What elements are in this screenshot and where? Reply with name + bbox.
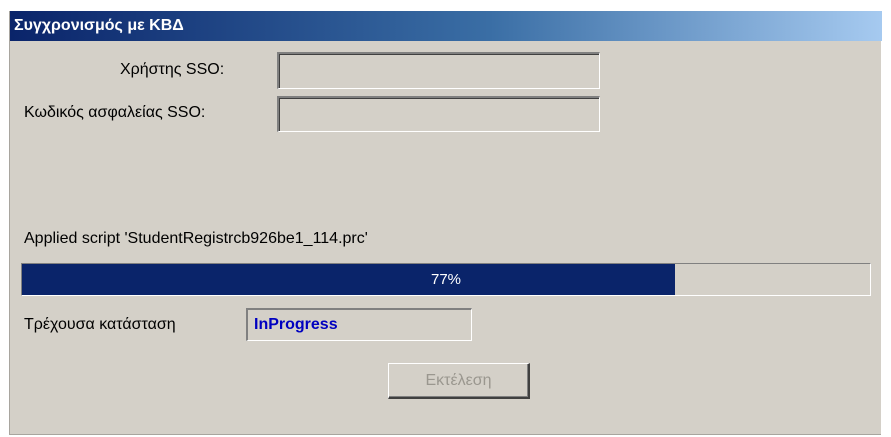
sso-password-label: Κωδικός ασφαλείας SSO: xyxy=(24,104,206,121)
sync-dialog: Συγχρονισμός με ΚΒΔ Χρήστης SSO: Κωδικός… xyxy=(9,11,882,435)
window-title-bar: Συγχρονισμός με ΚΒΔ xyxy=(10,11,882,41)
progress-bar: 77% xyxy=(21,263,871,296)
sso-user-field[interactable] xyxy=(277,52,600,89)
window-title: Συγχρονισμός με ΚΒΔ xyxy=(14,17,184,34)
progress-message: Applied script 'StudentRegistrcb926be1_1… xyxy=(24,230,368,247)
sso-password-field[interactable] xyxy=(277,96,600,132)
progress-percent-label: 77% xyxy=(430,271,462,288)
status-label: Τρέχουσα κατάσταση xyxy=(24,316,176,333)
execute-button[interactable]: Εκτέλεση xyxy=(388,363,530,399)
sso-user-label: Χρήστης SSO: xyxy=(120,61,225,78)
status-value: InProgress xyxy=(246,308,472,341)
